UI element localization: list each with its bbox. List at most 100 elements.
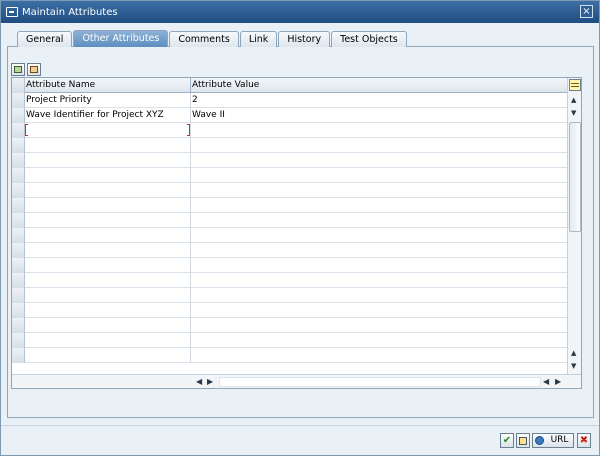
scroll-page-up-icon[interactable]: ▲ <box>571 349 576 357</box>
column-header-attribute-value[interactable]: Attribute Value <box>191 78 567 93</box>
attribute-value-cell[interactable] <box>191 183 567 198</box>
row-selector[interactable] <box>12 228 25 243</box>
attribute-name-cell[interactable] <box>25 318 191 333</box>
confirm-button[interactable]: ✔ <box>500 433 514 448</box>
table-row <box>12 243 567 258</box>
scroll-thumb[interactable] <box>569 122 581 232</box>
attribute-value-cell[interactable] <box>191 213 567 228</box>
footer-divider <box>1 425 599 426</box>
scroll-left-icon[interactable]: ◀ <box>196 377 202 386</box>
attribute-value-cell[interactable] <box>191 288 567 303</box>
insert-row-icon <box>14 66 22 73</box>
row-selector[interactable] <box>12 213 25 228</box>
table-row <box>12 183 567 198</box>
tab-other-attributes[interactable]: Other Attributes <box>73 30 169 47</box>
attribute-name-cell[interactable] <box>25 303 191 318</box>
delete-row-button[interactable] <box>27 63 41 76</box>
row-selector[interactable] <box>12 303 25 318</box>
attribute-value-cell[interactable] <box>191 348 567 363</box>
row-selector[interactable] <box>12 348 25 363</box>
layout-settings-icon[interactable] <box>569 79 581 91</box>
cancel-button[interactable]: ✖ <box>577 433 591 448</box>
attribute-value-cell[interactable] <box>191 153 567 168</box>
scroll-down-icon[interactable]: ▼ <box>571 109 576 117</box>
table-row: Wave Identifier for Project XYZ Wave II <box>12 108 567 123</box>
attribute-name-cell[interactable] <box>25 153 191 168</box>
attribute-name-cell[interactable] <box>25 243 191 258</box>
attribute-name-cell[interactable] <box>25 258 191 273</box>
attribute-value-cell[interactable] <box>191 243 567 258</box>
attribute-value-cell[interactable] <box>191 333 567 348</box>
attribute-value-cell[interactable] <box>191 228 567 243</box>
scroll-left-end-icon[interactable]: ◀ <box>543 377 549 386</box>
row-selector[interactable] <box>12 153 25 168</box>
tab-test-objects[interactable]: Test Objects <box>331 31 407 47</box>
attribute-name-cell[interactable] <box>25 138 191 153</box>
attribute-name-cell[interactable] <box>25 168 191 183</box>
horizontal-scrollbar[interactable]: ◀ ▶ ◀ ▶ <box>12 374 581 388</box>
scroll-up-icon[interactable]: ▲ <box>571 96 576 104</box>
table-row <box>12 198 567 213</box>
attribute-name-cell[interactable] <box>25 228 191 243</box>
tab-general[interactable]: General <box>17 31 73 47</box>
title-bar: Maintain Attributes × <box>1 1 599 23</box>
attribute-name-cell[interactable] <box>25 123 191 138</box>
attribute-name-cell[interactable]: Project Priority <box>25 93 191 108</box>
change-display-icon <box>519 437 527 445</box>
attribute-value-cell[interactable]: Wave II <box>191 108 567 123</box>
attribute-name-cell[interactable]: Wave Identifier for Project XYZ <box>25 108 191 123</box>
row-selector[interactable] <box>12 138 25 153</box>
scroll-page-down-icon[interactable]: ▼ <box>571 362 576 370</box>
row-selector[interactable] <box>12 108 25 123</box>
dialog-title: Maintain Attributes <box>22 6 118 18</box>
row-selector[interactable] <box>12 198 25 213</box>
tab-strip: General Other Attributes Comments Link H… <box>17 30 408 47</box>
scroll-right-icon[interactable]: ▶ <box>207 377 213 386</box>
scroll-right-end-icon[interactable]: ▶ <box>555 377 561 386</box>
row-selector[interactable] <box>12 333 25 348</box>
row-selector[interactable] <box>12 258 25 273</box>
table-row <box>12 138 567 153</box>
row-selector[interactable] <box>12 123 25 138</box>
row-selector[interactable] <box>12 183 25 198</box>
table-row <box>12 288 567 303</box>
delete-row-icon <box>30 66 38 73</box>
attribute-name-cell[interactable] <box>25 348 191 363</box>
attribute-name-cell[interactable] <box>25 183 191 198</box>
column-header-attribute-name[interactable]: Attribute Name <box>25 78 191 93</box>
dialog-icon <box>6 7 18 17</box>
attribute-value-cell[interactable] <box>191 198 567 213</box>
change-display-button[interactable] <box>516 433 530 448</box>
table-header: Attribute Name Attribute Value <box>12 78 567 93</box>
insert-row-button[interactable] <box>11 63 25 76</box>
tab-link[interactable]: Link <box>239 31 278 47</box>
horizontal-track[interactable] <box>219 377 541 387</box>
row-selector[interactable] <box>12 273 25 288</box>
attribute-value-cell[interactable] <box>191 258 567 273</box>
row-selector[interactable] <box>12 93 25 108</box>
attribute-name-cell[interactable] <box>25 288 191 303</box>
row-selector[interactable] <box>12 288 25 303</box>
row-selector[interactable] <box>12 318 25 333</box>
row-selector[interactable] <box>12 168 25 183</box>
attribute-value-cell[interactable] <box>191 138 567 153</box>
table-row <box>12 258 567 273</box>
attribute-value-cell[interactable]: 2 <box>191 93 567 108</box>
attribute-name-cell[interactable] <box>25 198 191 213</box>
attribute-value-cell[interactable] <box>191 123 567 138</box>
attribute-name-cell[interactable] <box>25 213 191 228</box>
vertical-scrollbar[interactable]: ▲ ▼ ▲ ▼ <box>567 78 581 374</box>
tab-history[interactable]: History <box>278 31 331 47</box>
attribute-value-cell[interactable] <box>191 303 567 318</box>
close-button[interactable]: × <box>580 5 593 18</box>
attribute-name-cell[interactable] <box>25 273 191 288</box>
attribute-name-cell[interactable] <box>25 333 191 348</box>
tab-comments[interactable]: Comments <box>169 31 239 47</box>
attribute-value-cell[interactable] <box>191 318 567 333</box>
dialog-window: Maintain Attributes × General Other Attr… <box>0 0 600 456</box>
select-all-corner[interactable] <box>12 78 25 93</box>
attribute-value-cell[interactable] <box>191 168 567 183</box>
row-selector[interactable] <box>12 243 25 258</box>
attribute-value-cell[interactable] <box>191 273 567 288</box>
url-button[interactable]: URL <box>532 433 574 448</box>
